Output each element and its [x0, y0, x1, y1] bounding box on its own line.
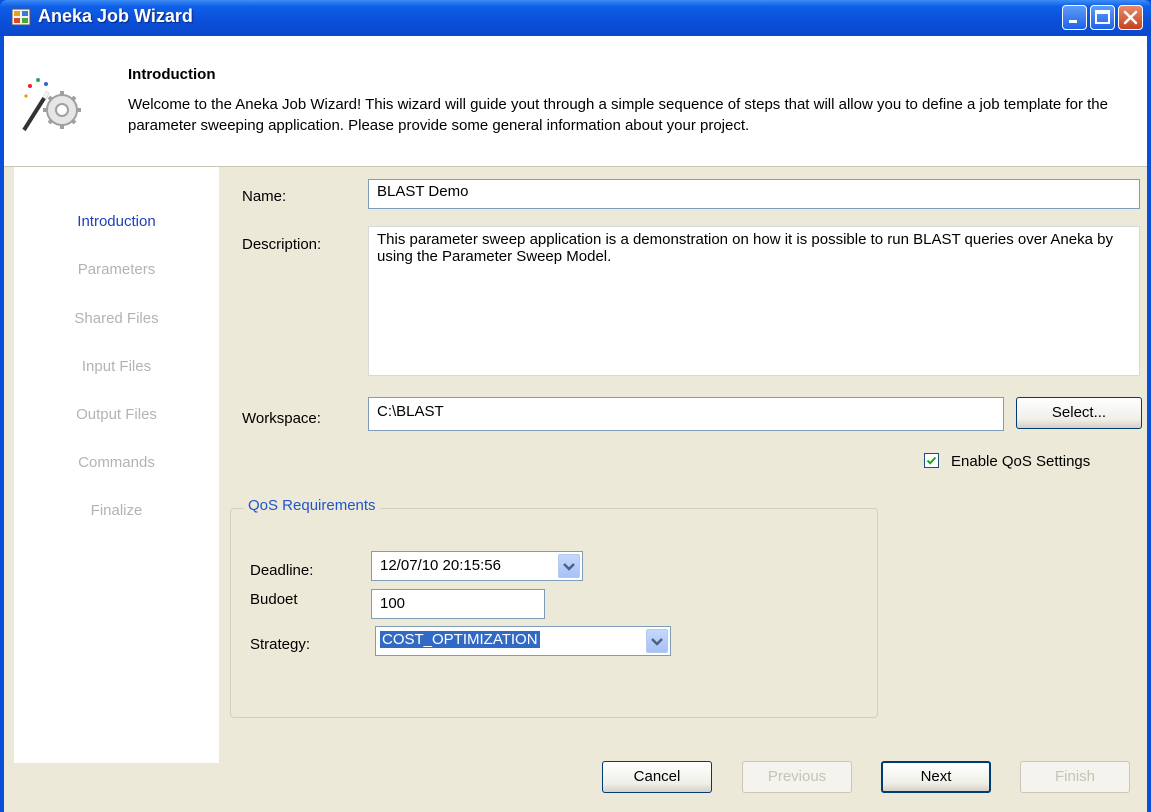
wizard-header: Introduction Welcome to the Aneka Job Wi… [4, 36, 1147, 167]
title-bar[interactable]: Aneka Job Wizard [0, 0, 1151, 36]
strategy-value: COST_OPTIMIZATION [380, 631, 540, 648]
step-introduction[interactable]: Introduction [14, 213, 219, 230]
deadline-label: Deadline: [250, 562, 314, 579]
window-title: Aneka Job Wizard [38, 6, 193, 26]
chevron-down-icon [563, 563, 575, 571]
name-label: Name: [242, 188, 287, 205]
qos-group-title: QoS Requirements [244, 497, 380, 514]
maximize-button[interactable] [1090, 5, 1115, 30]
wizard-wand-gear-icon [22, 78, 81, 132]
close-icon [1123, 10, 1138, 25]
next-button[interactable]: Next [881, 761, 991, 793]
enable-qos-label[interactable]: Enable QoS Settings [951, 453, 1090, 470]
description-label: Description: [242, 236, 322, 253]
select-workspace-button[interactable]: Select... [1016, 397, 1142, 429]
dialog-client-area: Introduction Welcome to the Aneka Job Wi… [4, 36, 1147, 812]
description-textarea[interactable]: This parameter sweep application is a de… [368, 226, 1140, 376]
page-description: Welcome to the Aneka Job Wizard! This wi… [128, 96, 1108, 134]
finish-button[interactable]: Finish [1020, 761, 1130, 793]
step-finalize[interactable]: Finalize [14, 502, 219, 519]
step-input-files[interactable]: Input Files [14, 358, 219, 375]
enable-qos-checkbox[interactable] [924, 453, 939, 468]
page-title: Introduction [128, 66, 216, 83]
minimize-icon [1069, 20, 1077, 23]
aneka-app-icon [11, 8, 31, 26]
strategy-dropdown[interactable]: COST_OPTIMIZATION [375, 626, 671, 656]
deadline-dropdown-button[interactable] [558, 554, 580, 578]
workspace-input[interactable]: C:\BLAST [368, 397, 1004, 431]
budget-input[interactable]: 100 [371, 589, 545, 619]
deadline-value: 12/07/10 20:15:56 [380, 557, 501, 574]
strategy-dropdown-button[interactable] [646, 629, 668, 653]
step-output-files[interactable]: Output Files [14, 406, 219, 423]
cancel-button[interactable]: Cancel [602, 761, 712, 793]
strategy-label: Strategy: [250, 636, 311, 653]
wizard-window: Aneka Job Wizard Introduction Welcome to… [0, 0, 1151, 812]
step-commands[interactable]: Commands [14, 454, 219, 471]
budget-label: Budoet [250, 591, 298, 608]
checkmark-icon [926, 456, 937, 465]
qos-requirements-group [230, 508, 878, 718]
workspace-label: Workspace: [242, 410, 321, 427]
step-parameters[interactable]: Parameters [14, 261, 219, 278]
close-button[interactable] [1118, 5, 1143, 30]
maximize-icon [1095, 10, 1110, 24]
deadline-datepicker[interactable]: 12/07/10 20:15:56 [371, 551, 583, 581]
minimize-button[interactable] [1062, 5, 1087, 30]
step-shared-files[interactable]: Shared Files [14, 310, 219, 327]
previous-button[interactable]: Previous [742, 761, 852, 793]
name-input[interactable]: BLAST Demo [368, 179, 1140, 209]
wizard-steps-sidebar: Introduction Parameters Shared Files Inp… [14, 167, 219, 763]
chevron-down-icon [651, 638, 663, 646]
